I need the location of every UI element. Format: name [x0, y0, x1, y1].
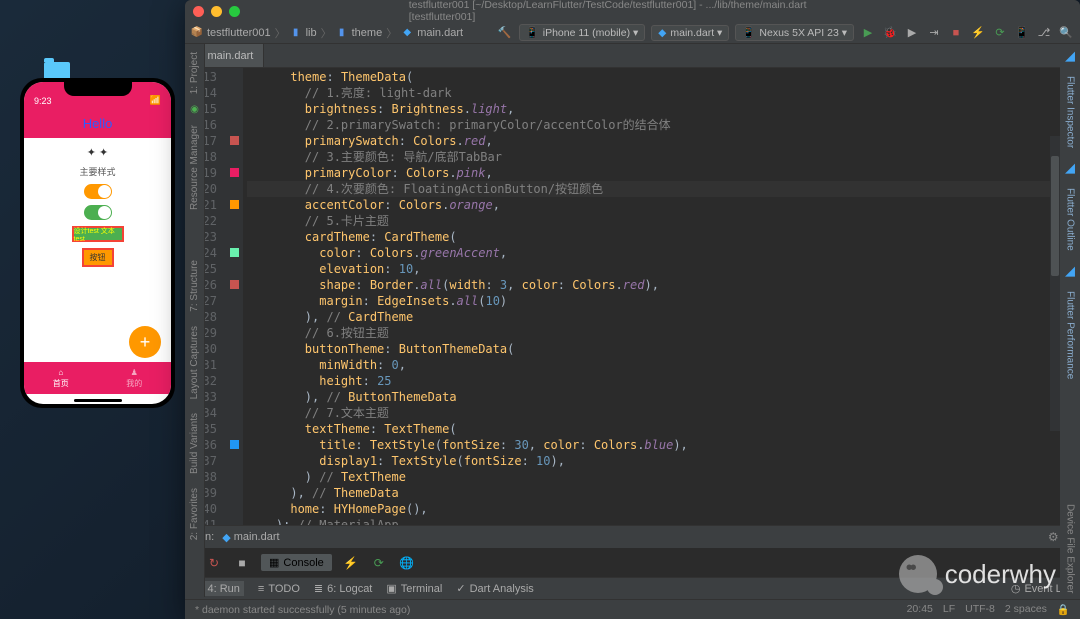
tab-favorites[interactable]: 2: Favorites — [189, 484, 200, 544]
phone-icons: ✦ ✦ — [87, 146, 109, 159]
editor-tabbar: ◆main.dart — [185, 44, 1080, 68]
console-tab[interactable]: ▦ Console — [261, 554, 332, 571]
run-tab[interactable]: ◆main.dart — [222, 531, 279, 544]
window-title: testflutter001 [~/Desktop/LearnFlutter/T… — [409, 0, 857, 23]
titlebar[interactable]: testflutter001 [~/Desktop/LearnFlutter/T… — [185, 0, 1080, 22]
flutter-icon[interactable]: ◢ — [1065, 48, 1075, 64]
home-indicator — [74, 399, 122, 402]
code-area[interactable]: theme: ThemeData( // 1.亮度: light-dark br… — [243, 68, 1080, 525]
editor[interactable]: 1314151617181920212223242526272829303132… — [185, 68, 1080, 525]
tab-layout-captures[interactable]: Layout Captures — [189, 322, 200, 403]
tab-structure[interactable]: 7: Structure — [189, 256, 200, 316]
hot-restart-icon[interactable]: ⟳ — [992, 25, 1008, 41]
tool-dart-analysis[interactable]: ✓ Dart Analysis — [456, 582, 533, 595]
stop-icon[interactable]: ■ — [948, 25, 964, 41]
device-selector-1[interactable]: 📱 iPhone 11 (mobile) ▾ — [519, 24, 646, 41]
phone-card: 设计test 文本test — [72, 226, 124, 242]
phone-label: 主要样式 — [79, 165, 115, 178]
caret-position[interactable]: 20:45 — [907, 603, 933, 616]
notch — [64, 82, 132, 96]
tab-device-file-explorer[interactable]: Device File Explorer — [1065, 500, 1076, 597]
tab-flutter-performance[interactable]: Flutter Performance — [1065, 287, 1076, 383]
status-message: * daemon started successfully (5 minutes… — [195, 604, 410, 616]
tab-build-variants[interactable]: Build Variants — [189, 409, 200, 478]
resource-icon[interactable]: ◉ — [190, 104, 199, 115]
flutter-icon[interactable]: ◢ — [1065, 160, 1075, 176]
line-sep[interactable]: LF — [943, 603, 955, 616]
devtools-icon[interactable]: 📱 — [1014, 25, 1030, 41]
tool-todo[interactable]: ≡ TODO — [258, 583, 300, 595]
left-tool-rail: 1: Project ◉ Resource Manager 7: Structu… — [185, 44, 205, 597]
right-tool-rail: ◢ Flutter Inspector ◢ Flutter Outline ◢ … — [1060, 44, 1080, 597]
switch-2[interactable] — [84, 205, 112, 220]
tab-flutter-inspector[interactable]: Flutter Inspector — [1065, 72, 1076, 152]
stop-run-icon[interactable]: ■ — [233, 554, 251, 572]
search-icon[interactable]: 🔍 — [1058, 25, 1074, 41]
run-icon[interactable]: ▶ — [860, 25, 876, 41]
build-icon[interactable]: 🔨 — [497, 25, 513, 41]
hot-restart-run-icon[interactable]: ⟳ — [370, 554, 388, 572]
debug-icon[interactable]: 🐞 — [882, 25, 898, 41]
device-selector-2[interactable]: 📱 Nexus 5X API 23 ▾ — [735, 24, 854, 41]
phone-button[interactable]: 按钮 — [82, 248, 114, 267]
tool-terminal[interactable]: ▣ Terminal — [386, 582, 442, 595]
profile-icon[interactable]: ▶ — [904, 25, 920, 41]
run-config-selector[interactable]: ◆ main.dart ▾ — [651, 25, 729, 41]
rerun-icon[interactable]: ↻ — [205, 554, 223, 572]
breadcrumb[interactable]: 📦testflutter001〉 ▮lib〉 ▮theme〉 ◆main.dar… — [191, 25, 463, 41]
tool-logcat[interactable]: ≣ 6: Logcat — [314, 582, 372, 595]
watermark: •• coderwhy — [899, 555, 1056, 593]
maximize-icon[interactable] — [229, 6, 240, 17]
phone-appbar: Hello — [24, 108, 171, 138]
hot-reload-run-icon[interactable]: ⚡ — [342, 554, 360, 572]
tab-project[interactable]: 1: Project — [189, 48, 200, 98]
scrollbar[interactable] — [1050, 136, 1060, 431]
gutter-markers — [225, 68, 243, 525]
lock-icon[interactable]: 🔒 — [1057, 603, 1070, 616]
phone-tabbar[interactable]: ⌂首页 ♟我的 — [24, 362, 171, 394]
tab-resource-manager[interactable]: Resource Manager — [189, 121, 200, 214]
attach-icon[interactable]: ⇥ — [926, 25, 942, 41]
toolbar: 📦testflutter001〉 ▮lib〉 ▮theme〉 ◆main.dar… — [185, 22, 1080, 44]
encoding[interactable]: UTF-8 — [965, 603, 995, 616]
git-icon[interactable]: ⎇ — [1036, 25, 1052, 41]
close-icon[interactable] — [193, 6, 204, 17]
wechat-icon: •• — [899, 555, 937, 593]
status-bar: * daemon started successfully (5 minutes… — [185, 599, 1080, 619]
hot-reload-icon[interactable]: ⚡ — [970, 25, 986, 41]
switch-1[interactable] — [84, 184, 112, 199]
flutter-icon[interactable]: ◢ — [1065, 263, 1075, 279]
tab-flutter-outline[interactable]: Flutter Outline — [1065, 184, 1076, 255]
fab-button[interactable]: + — [129, 326, 161, 358]
iphone-simulator: 9:23📶 Hello ✦ ✦ 主要样式 设计test 文本test 按钮 + … — [20, 78, 175, 408]
indent[interactable]: 2 spaces — [1005, 603, 1047, 616]
ide-window: testflutter001 [~/Desktop/LearnFlutter/T… — [185, 0, 1080, 619]
devtools-run-icon[interactable]: 🌐 — [398, 554, 416, 572]
minimize-icon[interactable] — [211, 6, 222, 17]
